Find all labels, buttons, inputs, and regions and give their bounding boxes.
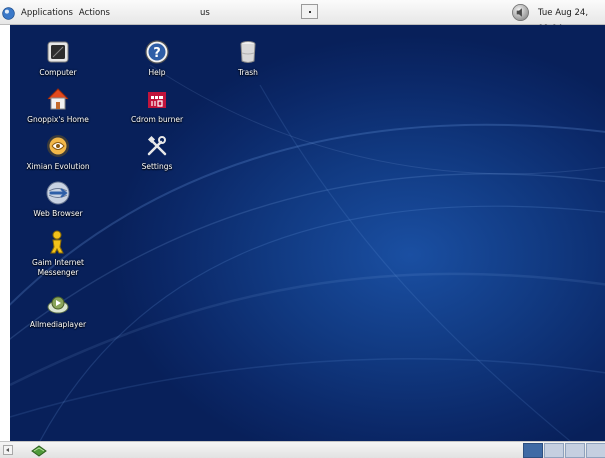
actions-menu[interactable]: Actions	[76, 5, 113, 21]
computer-icon	[47, 41, 69, 63]
evolution-icon	[47, 135, 69, 157]
desktop-icon-computer[interactable]: Computer	[23, 39, 93, 78]
desktop-icon-trash[interactable]: Trash	[213, 39, 283, 78]
workspace-switcher-applet[interactable]	[301, 4, 318, 19]
desktop-icon-label: Computer	[39, 68, 77, 77]
trash-icon	[240, 41, 256, 63]
cdrom-burner-icon	[148, 92, 166, 108]
workspace-dot-icon	[309, 11, 311, 13]
desktop-icon-label: Help	[148, 68, 166, 77]
settings-icon	[147, 135, 167, 156]
gaim-icon	[50, 230, 64, 254]
applications-menu[interactable]: Applications	[18, 5, 76, 21]
top-panel: Applications Actions us Tue Aug 24, 09:0…	[0, 0, 605, 34]
svg-text:?: ?	[153, 46, 161, 61]
workspace-1[interactable]	[523, 443, 543, 458]
gnome-foot-icon[interactable]	[2, 6, 15, 20]
desktop-icon-label: Gnoppix's Home	[27, 115, 89, 124]
desktop-icon-evolution[interactable]: Ximian Evolution	[23, 133, 93, 172]
workspace-2[interactable]	[544, 443, 564, 458]
desktop-icon-label: Ximian Evolution	[26, 162, 90, 171]
desktop-icon-cdrom-burner[interactable]: Cdrom burner	[122, 86, 192, 125]
desktop-icon-gaim[interactable]: Gaim Internet Messenger	[23, 229, 93, 278]
menu-bar: Applications Actions	[2, 5, 113, 21]
desktop-icon-help[interactable]: ? Help	[122, 39, 192, 78]
panel-hide-arrow-icon[interactable]	[3, 445, 13, 455]
desktop-icon-web-browser[interactable]: Web Browser	[23, 180, 93, 219]
volume-icon[interactable]	[511, 3, 530, 22]
workspace-4[interactable]	[586, 443, 605, 458]
desktop-icon-label: Trash	[238, 68, 258, 77]
desktop-icon-label: Allmediaplayer	[29, 320, 87, 329]
desktop-background[interactable]: Computer ? Help Trash Gnoppix's Home Cdr…	[10, 25, 605, 441]
keyboard-layout-indicator[interactable]: us	[200, 5, 210, 21]
desktop-icon-label: Web Browser	[33, 209, 83, 218]
workspace-pager	[522, 443, 605, 458]
wallpaper-swirl	[10, 64, 605, 441]
workspace-3[interactable]	[565, 443, 585, 458]
desktop-icon-label: Cdrom burner	[130, 115, 184, 124]
desktop-icon-label: Gaim Internet Messenger	[32, 258, 84, 277]
desktop-icon-media-player[interactable]: Allmediaplayer	[23, 291, 93, 330]
desktop-icon-label: Settings	[141, 162, 173, 171]
desktop-icon-settings[interactable]: Settings	[122, 133, 192, 172]
help-icon: ?	[145, 40, 169, 64]
bottom-panel	[0, 441, 605, 458]
show-desktop-icon[interactable]	[30, 442, 48, 458]
media-player-icon	[47, 296, 69, 314]
desktop-icon-home[interactable]: Gnoppix's Home	[23, 86, 93, 125]
home-icon	[47, 88, 69, 110]
web-browser-icon	[46, 181, 70, 205]
